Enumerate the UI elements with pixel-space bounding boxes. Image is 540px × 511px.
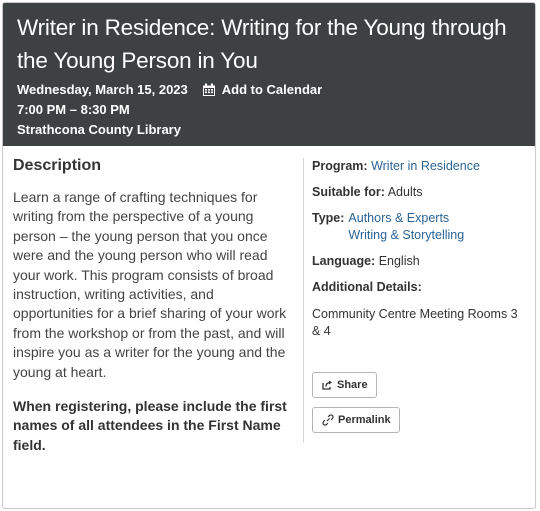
description-section: Description Learn a range of crafting te… bbox=[13, 156, 303, 455]
details-sidebar: Program: Writer in Residence Suitable fo… bbox=[304, 156, 524, 455]
event-content: Description Learn a range of crafting te… bbox=[3, 146, 535, 455]
type-field: Type: Authors & Experts Writing & Storyt… bbox=[312, 210, 524, 244]
event-title: Writer in Residence: Writing for the You… bbox=[17, 15, 507, 73]
suitable-field: Suitable for: Adults bbox=[312, 184, 524, 201]
additional-value: Community Centre Meeting Rooms 3 & 4 bbox=[312, 307, 518, 338]
additional-label: Additional Details: bbox=[312, 280, 422, 294]
suitable-value: Adults bbox=[387, 185, 423, 199]
link-icon bbox=[322, 414, 334, 426]
description-heading: Description bbox=[13, 157, 102, 174]
permalink-button[interactable]: Permalink bbox=[312, 407, 400, 433]
date-row: Wednesday, March 15, 2023 Add to Calenda… bbox=[17, 80, 521, 100]
additional-field: Additional Details: bbox=[312, 279, 524, 296]
event-time: 7:00 PM – 8:30 PM bbox=[17, 102, 130, 117]
share-label: Share bbox=[337, 379, 368, 391]
program-field: Program: Writer in Residence bbox=[312, 158, 524, 175]
add-to-calendar-button[interactable]: Add to Calendar bbox=[202, 80, 322, 100]
suitable-label: Suitable for: bbox=[312, 185, 385, 199]
type-link-writing-storytelling[interactable]: Writing & Storytelling bbox=[348, 227, 464, 244]
event-date: Wednesday, March 15, 2023 bbox=[17, 82, 188, 97]
type-links: Authors & Experts Writing & Storytelling bbox=[348, 210, 464, 244]
language-label: Language: bbox=[312, 254, 376, 268]
share-icon bbox=[322, 380, 332, 390]
language-field: Language: English bbox=[312, 253, 524, 270]
share-button[interactable]: Share bbox=[312, 372, 377, 398]
program-label: Program: bbox=[312, 159, 368, 173]
language-value: English bbox=[378, 254, 420, 268]
description-body: Learn a range of crafting techniques for… bbox=[13, 189, 287, 380]
event-location: Strathcona County Library bbox=[17, 122, 181, 137]
type-link-authors-experts[interactable]: Authors & Experts bbox=[348, 210, 464, 227]
calendar-icon bbox=[202, 83, 215, 96]
event-card: Writer in Residence: Writing for the You… bbox=[2, 2, 536, 509]
add-to-calendar-label: Add to Calendar bbox=[221, 82, 323, 97]
registration-note: When registering, please include the fir… bbox=[13, 398, 287, 453]
event-header: Writer in Residence: Writing for the You… bbox=[3, 3, 535, 146]
program-link[interactable]: Writer in Residence bbox=[371, 159, 480, 173]
permalink-label: Permalink bbox=[338, 414, 391, 426]
type-label: Type: bbox=[312, 211, 345, 225]
